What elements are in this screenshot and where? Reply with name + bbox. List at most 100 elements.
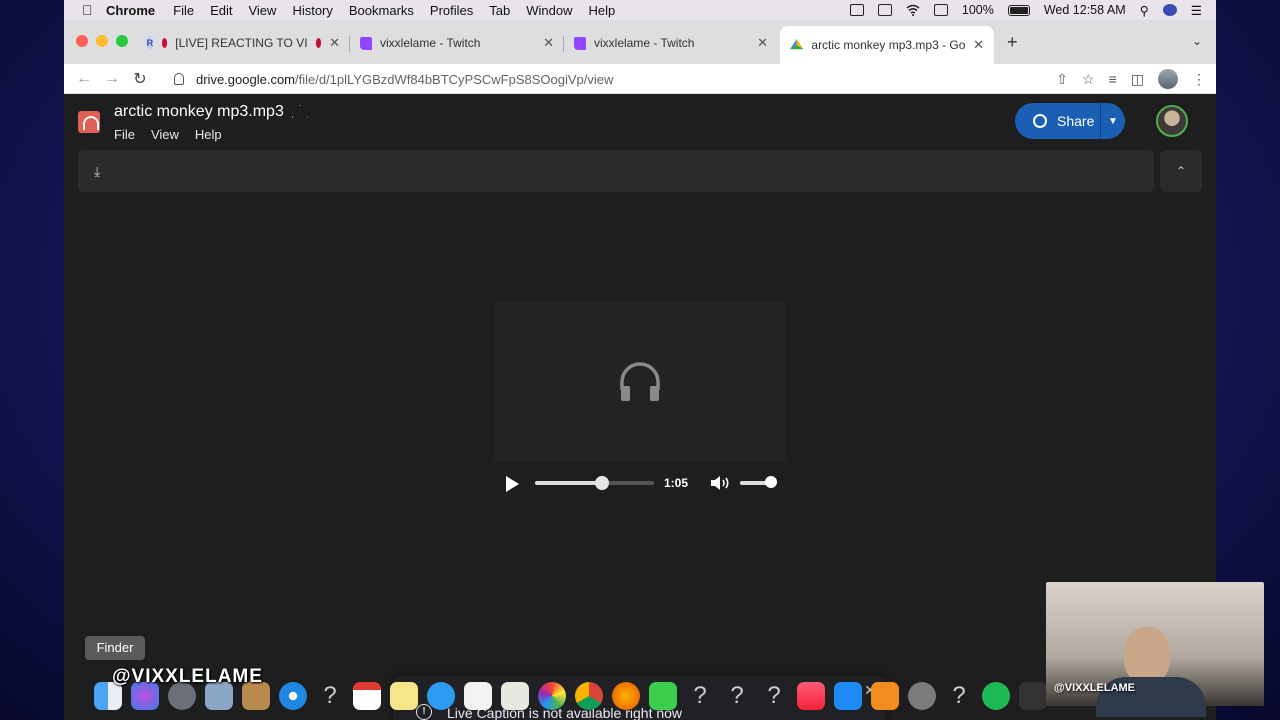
facetime-icon[interactable] xyxy=(649,682,677,710)
share-dropdown-icon[interactable]: ▼ xyxy=(1101,116,1125,127)
audio-artwork xyxy=(494,302,786,462)
control-center-icon[interactable]: ☰ xyxy=(1191,3,1202,18)
reload-icon[interactable]: ↻ xyxy=(126,69,154,89)
audio-file-icon xyxy=(78,111,100,133)
obs-icon[interactable] xyxy=(1019,682,1047,710)
dropbox-icon[interactable] xyxy=(849,4,864,16)
menu-app-name[interactable]: Chrome xyxy=(106,3,155,18)
menu-clock[interactable]: Wed 12:58 AM xyxy=(1044,3,1126,17)
new-tab-icon[interactable]: + xyxy=(1007,32,1018,53)
play-icon[interactable] xyxy=(506,476,519,492)
share-label: Share xyxy=(1057,113,1095,129)
zoom-window-button[interactable] xyxy=(116,35,128,47)
menu-history[interactable]: History xyxy=(292,3,332,18)
menu-profiles[interactable]: Profiles xyxy=(430,3,473,18)
airplay-icon[interactable] xyxy=(933,4,948,16)
close-tab-icon[interactable]: ✕ xyxy=(757,35,768,51)
photos-icon[interactable] xyxy=(538,682,566,710)
menu-bookmarks[interactable]: Bookmarks xyxy=(349,3,414,18)
seek-slider[interactable] xyxy=(535,476,654,490)
volume-icon[interactable] xyxy=(710,475,732,491)
tab-live-reacting[interactable]: R [LIVE] REACTING TO VI ✕ xyxy=(136,28,350,58)
tab-title: arctic monkey mp3.mp3 - Goo xyxy=(811,38,966,52)
chrome-menu-icon[interactable]: ⋮ xyxy=(1192,71,1206,88)
streamer-face xyxy=(1124,627,1170,683)
bookmark-star-icon[interactable]: ☆ xyxy=(1082,71,1095,88)
add-to-drive-icon[interactable] xyxy=(291,105,308,118)
twitch-icon xyxy=(574,36,586,50)
window-controls xyxy=(76,35,128,47)
seek-handle[interactable] xyxy=(594,476,609,490)
webcam-overlay: @VIXXLELAME xyxy=(1046,582,1264,717)
unknown-app-icon[interactable]: ? xyxy=(760,682,788,710)
share-button[interactable]: Share ▼ xyxy=(1015,103,1125,139)
side-panel-icon[interactable]: ◫ xyxy=(1131,71,1144,88)
minimize-window-button[interactable] xyxy=(96,35,108,47)
apple-menu-icon[interactable]:  xyxy=(82,2,96,18)
volume-handle[interactable] xyxy=(764,476,777,488)
battery-icon[interactable] xyxy=(1007,4,1030,16)
menu-help[interactable]: Help xyxy=(589,3,616,18)
back-arrow-icon[interactable]: ← xyxy=(70,70,98,88)
collapse-chevron-icon[interactable]: ⌃ xyxy=(1160,150,1202,192)
unknown-app-icon[interactable]: ? xyxy=(945,682,973,710)
viewer-menu: File View Help xyxy=(114,127,222,142)
profile-avatar[interactable] xyxy=(1158,69,1178,89)
maps-icon[interactable] xyxy=(501,682,529,710)
tab-drive-active[interactable]: arctic monkey mp3.mp3 - Goo ✕ xyxy=(780,26,994,64)
menu-view[interactable]: View xyxy=(248,3,276,18)
volume-slider[interactable] xyxy=(740,476,777,488)
app-store-icon[interactable] xyxy=(834,682,862,710)
google-drive-icon xyxy=(790,39,804,50)
tab-twitch-1[interactable]: vixxlelame - Twitch ✕ xyxy=(350,28,564,58)
viewer-menu-help[interactable]: Help xyxy=(195,127,222,142)
unknown-app-icon[interactable]: ? xyxy=(316,682,344,710)
current-time: 1:05 xyxy=(664,476,689,490)
menu-edit[interactable]: Edit xyxy=(210,3,232,18)
viewer-menu-file[interactable]: File xyxy=(114,127,135,142)
share-page-icon[interactable]: ⇧ xyxy=(1056,71,1068,88)
file-title: arctic monkey mp3.mp3 xyxy=(114,103,308,121)
toolbar-actions: ⇧ ☆ ≡ ◫ ⋮ xyxy=(1056,69,1206,89)
calendar-icon[interactable] xyxy=(353,682,381,710)
siri-icon[interactable] xyxy=(1162,4,1177,16)
close-tab-icon[interactable]: ✕ xyxy=(543,35,554,51)
unknown-app-icon[interactable]: ? xyxy=(686,682,714,710)
lock-icon[interactable] xyxy=(174,73,184,85)
spotlight-search-icon[interactable]: ⚲ xyxy=(1140,3,1149,18)
url-host: drive.google.com xyxy=(196,71,295,87)
tab-twitch-2[interactable]: vixxlelame - Twitch ✕ xyxy=(564,28,778,58)
menu-file[interactable]: File xyxy=(173,3,194,18)
viewer-menu-view[interactable]: View xyxy=(151,127,179,142)
download-icon[interactable]: ⤓ xyxy=(94,163,100,180)
notes-icon[interactable] xyxy=(390,682,418,710)
menu-tab[interactable]: Tab xyxy=(489,3,510,18)
chrome-icon[interactable] xyxy=(575,682,603,710)
globe-icon xyxy=(1033,114,1047,128)
wifi-icon[interactable] xyxy=(906,4,920,16)
forward-arrow-icon[interactable]: → xyxy=(98,70,126,88)
account-avatar[interactable] xyxy=(1156,105,1188,137)
tab-title: vixxlelame - Twitch xyxy=(594,36,695,50)
messages-icon[interactable] xyxy=(427,682,455,710)
itunes-icon[interactable] xyxy=(797,682,825,710)
tab-search-chevron-icon[interactable]: ⌄ xyxy=(1192,34,1202,48)
books-icon[interactable] xyxy=(871,682,899,710)
address-bar[interactable]: drive.google.com/file/d/1plLYGBzdWf84bBT… xyxy=(164,67,1016,91)
close-tab-icon[interactable]: ✕ xyxy=(973,37,984,53)
spotify-icon[interactable] xyxy=(982,682,1010,710)
channel-watermark: @VIXXLELAME xyxy=(112,666,263,687)
profile-r-icon: R xyxy=(146,36,154,50)
close-window-button[interactable] xyxy=(76,35,88,47)
headphones-icon xyxy=(620,362,660,401)
reading-list-icon[interactable]: ≡ xyxy=(1109,71,1117,87)
close-tab-icon[interactable]: ✕ xyxy=(329,35,340,51)
reminders-icon[interactable] xyxy=(464,682,492,710)
unknown-app-icon[interactable]: ? xyxy=(723,682,751,710)
battery-percent: 100% xyxy=(961,3,994,17)
firefox-icon[interactable] xyxy=(612,682,640,710)
record-icon[interactable] xyxy=(877,4,892,16)
safari-icon[interactable] xyxy=(279,682,307,710)
menu-window[interactable]: Window xyxy=(526,3,572,18)
system-preferences-icon[interactable] xyxy=(908,682,936,710)
